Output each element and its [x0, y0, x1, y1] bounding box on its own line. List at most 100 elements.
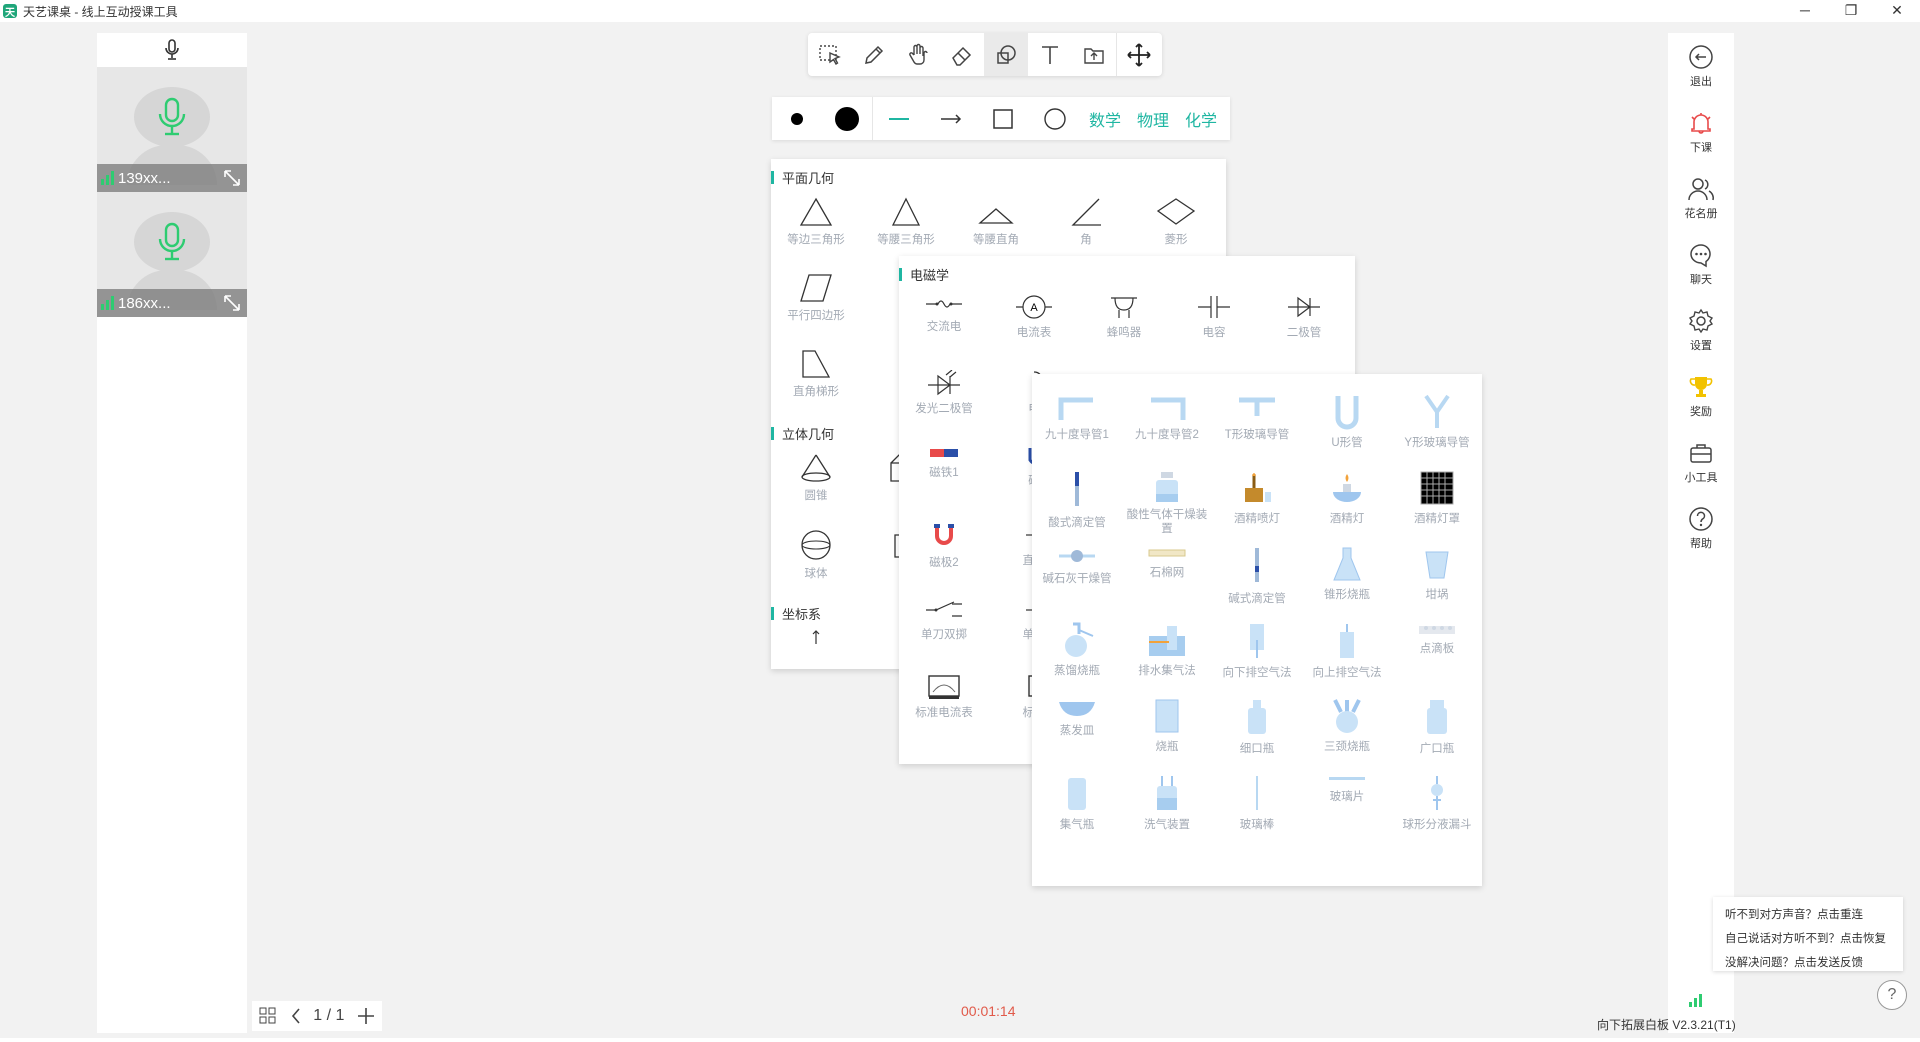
apparatus-item[interactable]: 锥形烧瓶	[1302, 536, 1392, 612]
apparatus-item[interactable]: 酒精灯	[1302, 460, 1392, 536]
move-tool-button[interactable]	[1116, 33, 1160, 76]
thin-dot-button[interactable]	[772, 97, 822, 140]
subject-chemistry-tab[interactable]: 化学	[1185, 107, 1217, 131]
restore-audio-link[interactable]: 自己说话对方听不到？点击恢复	[1725, 927, 1891, 951]
participant-tile[interactable]: 186xx...	[97, 192, 247, 317]
apparatus-item[interactable]: 玻璃片	[1302, 764, 1392, 840]
participant-tile[interactable]: 139xx...	[97, 67, 247, 192]
apparatus-item[interactable]: 集气瓶	[1032, 764, 1122, 840]
title-bar: 天 天艺课桌 - 线上互动授课工具 ─ ❐ ✕	[0, 0, 1920, 22]
eraser-tool-button[interactable]	[940, 33, 984, 76]
tools-button[interactable]: 小工具	[1668, 429, 1734, 495]
line-shape-button[interactable]	[873, 97, 925, 140]
apparatus-item[interactable]: 蒸发皿	[1032, 688, 1122, 764]
apparatus-item[interactable]: Y形玻璃导管	[1392, 384, 1482, 460]
mic-toggle-button[interactable]	[97, 33, 247, 67]
class-timer: 00:01:14	[961, 1003, 1016, 1019]
grid-view-icon[interactable]	[258, 1006, 278, 1026]
shape-item[interactable]: 等边三角形	[771, 187, 861, 263]
reward-button[interactable]: 奖励	[1668, 363, 1734, 429]
pen-tool-button[interactable]	[852, 33, 896, 76]
chat-button[interactable]: 聊天	[1668, 231, 1734, 297]
send-feedback-link[interactable]: 没解决问题？点击发送反馈	[1725, 951, 1891, 975]
ammeter-icon: A	[1016, 295, 1052, 319]
arrow-shape-button[interactable]	[925, 97, 977, 140]
rectangle-icon	[993, 108, 1013, 129]
minimize-button[interactable]: ─	[1782, 0, 1828, 22]
apparatus-item[interactable]: 九十度导管1	[1032, 384, 1122, 460]
apparatus-item[interactable]: 细口瓶	[1212, 688, 1302, 764]
expand-icon[interactable]	[223, 169, 241, 187]
component-item[interactable]: 交流电	[899, 284, 989, 360]
shape-item[interactable]: 直角梯形	[771, 339, 861, 415]
component-item[interactable]: 蜂鸣器	[1079, 284, 1169, 360]
exit-button[interactable]: 退出	[1668, 33, 1734, 99]
apparatus-item[interactable]: 九十度导管2	[1122, 384, 1212, 460]
apparatus-item[interactable]: 三颈烧瓶	[1302, 688, 1392, 764]
component-item[interactable]: A 电流表	[989, 284, 1079, 360]
thick-dot-button[interactable]	[822, 97, 872, 140]
shape-item[interactable]: 等腰直角	[951, 187, 1041, 263]
help-icon	[1689, 506, 1713, 531]
text-tool-button[interactable]	[1028, 33, 1072, 76]
apparatus-item[interactable]: 碱石灰干燥管	[1032, 536, 1122, 612]
previous-page-icon[interactable]	[290, 1006, 302, 1026]
apparatus-item[interactable]: 点滴板	[1392, 612, 1482, 688]
apparatus-item[interactable]: T形玻璃导管	[1212, 384, 1302, 460]
subject-physics-tab[interactable]: 物理	[1137, 107, 1169, 131]
reconnect-link[interactable]: 听不到对方声音？点击重连	[1725, 903, 1891, 927]
restore-button[interactable]: ❐	[1828, 0, 1874, 22]
apparatus-item[interactable]: 洗气装置	[1122, 764, 1212, 840]
subject-math-tab[interactable]: 数学	[1089, 107, 1121, 131]
component-item[interactable]: 磁极2	[899, 512, 989, 588]
component-item[interactable]: 发光二极管	[899, 360, 989, 436]
apparatus-item[interactable]: 坩埚	[1392, 536, 1482, 612]
apparatus-item[interactable]: 蒸馏烧瓶	[1032, 612, 1122, 688]
hand-tool-button[interactable]	[896, 33, 940, 76]
shape-item[interactable]: 等腰三角形	[861, 187, 951, 263]
shape-item[interactable]: 球体	[771, 519, 861, 595]
apparatus-item[interactable]: 烧瓶	[1122, 688, 1212, 764]
component-item[interactable]: 电容	[1169, 284, 1259, 360]
upload-tool-button[interactable]	[1072, 33, 1116, 76]
apparatus-item[interactable]: 酒精喷灯	[1212, 460, 1302, 536]
glass-slide-icon	[1329, 777, 1365, 780]
apparatus-item[interactable]: 酒精灯罩	[1392, 460, 1482, 536]
apparatus-item[interactable]: 球形分液漏斗	[1392, 764, 1482, 840]
help-float-button[interactable]: ?	[1877, 980, 1907, 1010]
apparatus-item[interactable]: 酸式滴定管	[1032, 460, 1122, 536]
apparatus-item[interactable]: 碱式滴定管	[1212, 536, 1302, 612]
help-button[interactable]: 帮助	[1668, 495, 1734, 561]
expand-icon[interactable]	[223, 294, 241, 312]
select-tool-button[interactable]	[808, 33, 852, 76]
apparatus-item[interactable]: 向上排空气法	[1302, 612, 1392, 688]
close-button[interactable]: ✕	[1874, 0, 1920, 22]
app-logo-icon: 天	[3, 4, 17, 19]
gear-icon	[1688, 308, 1714, 333]
circle-shape-button[interactable]	[1029, 97, 1081, 140]
settings-button[interactable]: 设置	[1668, 297, 1734, 363]
component-item[interactable]: 单刀双掷	[899, 588, 989, 664]
apparatus-item[interactable]: 排水集气法	[1122, 612, 1212, 688]
apparatus-item[interactable]: 石棉网	[1122, 536, 1212, 612]
apparatus-item[interactable]: 向下排空气法	[1212, 612, 1302, 688]
select-icon	[819, 44, 841, 65]
add-page-icon[interactable]	[356, 1006, 376, 1026]
apparatus-item[interactable]: U形管	[1302, 384, 1392, 460]
apparatus-item[interactable]: 玻璃棒	[1212, 764, 1302, 840]
shape-item[interactable]: 平行四边形	[771, 263, 861, 339]
shape-item[interactable]: 菱形	[1131, 187, 1221, 263]
shapes-tool-button[interactable]	[984, 33, 1028, 76]
end-class-button[interactable]: 下课	[1668, 99, 1734, 165]
apparatus-item[interactable]: 广口瓶	[1392, 688, 1482, 764]
rectangle-shape-button[interactable]	[977, 97, 1029, 140]
component-item[interactable]: 磁铁1	[899, 436, 989, 512]
participant-name-bar: 186xx...	[97, 289, 247, 317]
apparatus-item[interactable]: 酸性气体干燥装置	[1122, 460, 1212, 536]
roster-button[interactable]: 花名册	[1668, 165, 1734, 231]
component-item[interactable]: 标准电流表	[899, 664, 989, 740]
component-item[interactable]: 二极管	[1259, 284, 1349, 360]
shape-item[interactable]: 圆锥	[771, 443, 861, 519]
version-label: 向下拓展白板 V2.3.21(T1)	[1597, 1018, 1736, 1032]
shape-item[interactable]: 角	[1041, 187, 1131, 263]
